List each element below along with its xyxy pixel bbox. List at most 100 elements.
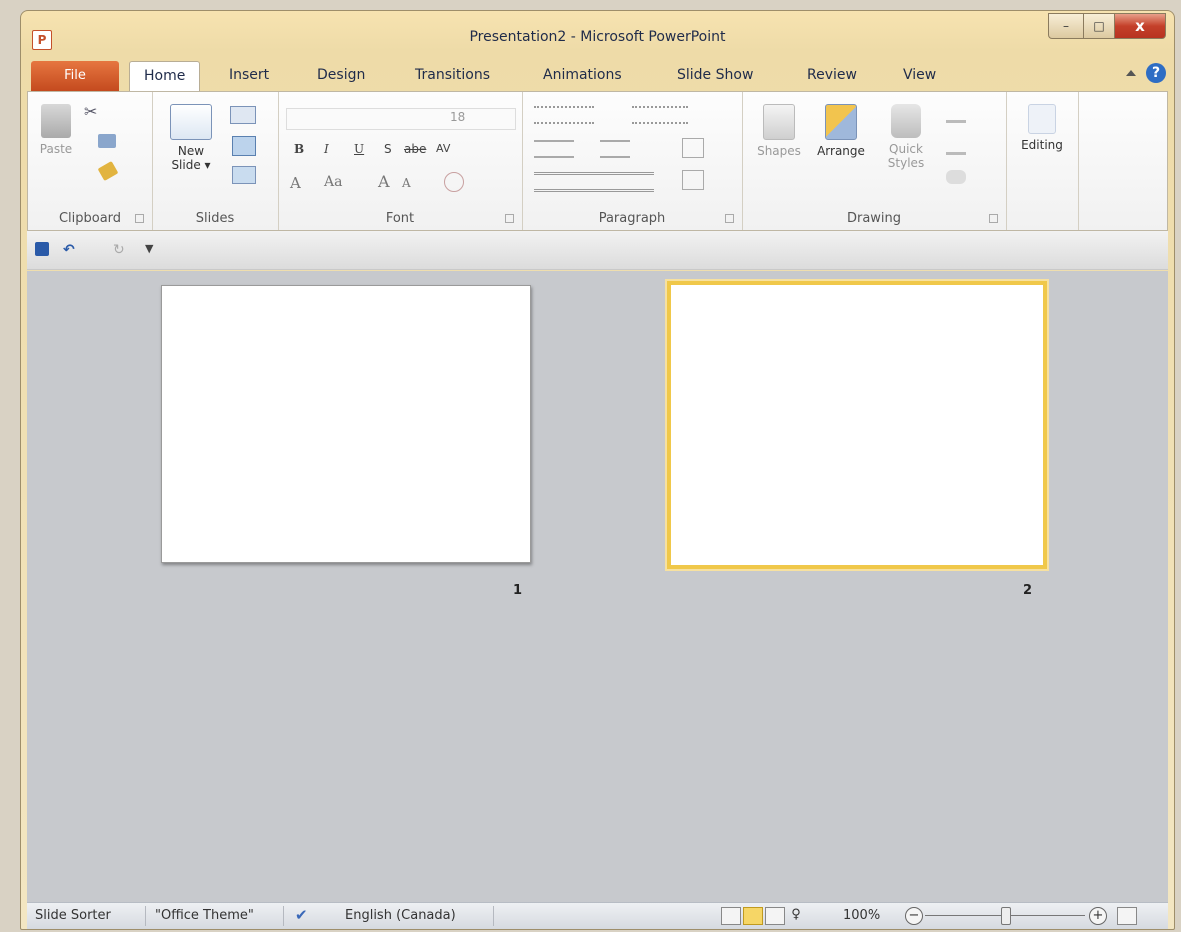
status-separator: [145, 906, 146, 926]
zoom-slider-thumb[interactable]: [1001, 907, 1011, 925]
powerpoint-window: P Presentation2 - Microsoft PowerPoint –…: [20, 10, 1175, 930]
bullets-icon[interactable]: [534, 106, 594, 124]
tab-animations[interactable]: Animations: [543, 67, 622, 83]
shapes-label: Shapes: [757, 144, 801, 158]
columns-icon[interactable]: [600, 140, 630, 158]
minimize-ribbon-icon[interactable]: [1126, 70, 1136, 76]
font-color-button[interactable]: A: [290, 174, 301, 192]
shrink-font-button[interactable]: A: [402, 176, 411, 190]
group-slides: New Slide ▾ Slides: [152, 92, 279, 230]
paste-label: Paste: [39, 142, 73, 156]
redo-icon[interactable]: ↻: [113, 242, 125, 258]
shape-fill-icon[interactable]: [946, 106, 966, 123]
strikethrough-button[interactable]: abe: [404, 142, 426, 156]
group-drawing: Shapes Arrange Quick Styles Drawing: [742, 92, 1007, 230]
quick-styles-button[interactable]: Quick Styles: [878, 104, 934, 170]
quick-styles-icon: [891, 104, 921, 138]
tab-view[interactable]: View: [903, 67, 936, 83]
new-slide-label-line1: New: [177, 144, 205, 158]
language-status[interactable]: English (Canada): [345, 908, 456, 923]
tab-review[interactable]: Review: [807, 67, 857, 83]
close-button[interactable]: x: [1115, 13, 1166, 39]
group-paragraph: Paragraph: [522, 92, 743, 230]
clipboard-group-label: Clipboard: [28, 211, 152, 226]
tab-slide-show[interactable]: Slide Show: [677, 67, 753, 83]
ribbon-home: Paste ✂ Clipboard New Slide ▾ Slides 18 …: [27, 91, 1168, 231]
slides-group-label: Slides: [195, 211, 235, 226]
group-editing: Editing: [1006, 92, 1079, 230]
indent-icon[interactable]: [534, 140, 574, 158]
zoom-level[interactable]: 100%: [843, 908, 880, 923]
underline-button[interactable]: U: [354, 142, 364, 156]
help-icon[interactable]: ?: [1146, 63, 1166, 83]
ribbon-tabs: File Home Insert Design Transitions Anim…: [31, 61, 1174, 92]
title-bar: P Presentation2 - Microsoft PowerPoint –…: [21, 11, 1174, 55]
theme-status[interactable]: "Office Theme": [155, 908, 254, 923]
font-size-value[interactable]: 18: [450, 110, 465, 124]
tab-file[interactable]: File: [31, 61, 119, 91]
slide-thumbnail-2[interactable]: [667, 281, 1047, 569]
reset-icon[interactable]: [232, 136, 256, 156]
copy-icon[interactable]: [98, 134, 116, 148]
group-clipboard: Paste ✂ Clipboard: [28, 92, 153, 230]
editing-label: Editing: [1021, 138, 1063, 152]
slide-sorter-workspace: 1 2: [27, 271, 1168, 903]
slide-number-1: 1: [513, 583, 523, 598]
zoom-out-button[interactable]: −: [905, 907, 923, 925]
customize-qat-icon[interactable]: ▼: [145, 242, 153, 255]
minimize-button[interactable]: –: [1048, 13, 1084, 39]
tab-insert[interactable]: Insert: [229, 67, 269, 83]
shape-effects-icon[interactable]: [946, 170, 966, 184]
smartart-icon[interactable]: [682, 170, 704, 190]
editing-button[interactable]: Editing: [1012, 104, 1072, 152]
paragraph-launcher-icon[interactable]: [725, 214, 734, 223]
tab-transitions[interactable]: Transitions: [415, 67, 490, 83]
italic-button[interactable]: I: [324, 142, 329, 156]
change-case-button[interactable]: Aa: [324, 174, 342, 190]
tab-design[interactable]: Design: [317, 67, 365, 83]
tab-home[interactable]: Home: [129, 61, 201, 92]
clear-formatting-icon[interactable]: [444, 172, 464, 192]
clipboard-launcher-icon[interactable]: [135, 214, 144, 223]
layout-icon[interactable]: [230, 106, 256, 124]
view-name-status: Slide Sorter: [35, 908, 111, 923]
reading-view-icon[interactable]: [765, 907, 785, 925]
paragraph-group-label: Paragraph: [522, 211, 742, 226]
quick-styles-label-line1: Quick: [889, 142, 923, 156]
drawing-launcher-icon[interactable]: [989, 214, 998, 223]
new-slide-label-line2: Slide ▾: [171, 158, 211, 172]
line-spacing-icon[interactable]: [632, 106, 688, 124]
save-icon[interactable]: [35, 242, 49, 256]
normal-view-icon[interactable]: [721, 907, 741, 925]
font-group-label: Font: [278, 211, 522, 226]
shadow-button[interactable]: S: [384, 142, 392, 156]
font-launcher-icon[interactable]: [505, 214, 514, 223]
clipboard-icon: [41, 104, 71, 138]
shape-outline-icon[interactable]: [946, 138, 966, 155]
grow-font-button[interactable]: A: [378, 172, 390, 191]
arrange-button[interactable]: Arrange: [808, 104, 874, 158]
status-bar: Slide Sorter "Office Theme" ✔ English (C…: [27, 902, 1168, 929]
new-slide-button[interactable]: New Slide ▾: [164, 104, 218, 172]
shapes-button[interactable]: Shapes: [750, 104, 808, 158]
slide-sorter-view-icon[interactable]: [743, 907, 763, 925]
undo-icon[interactable]: ↶: [63, 242, 75, 258]
spelling-check-icon[interactable]: ✔: [295, 906, 308, 924]
cut-icon[interactable]: ✂: [84, 102, 97, 121]
quick-access-toolbar: ↶ ↻ ▼: [27, 231, 1168, 270]
font-name-box[interactable]: [286, 108, 516, 130]
section-icon[interactable]: [232, 166, 256, 184]
quick-styles-label-line2: Styles: [887, 156, 925, 170]
slide-show-view-icon[interactable]: ♀: [787, 907, 805, 923]
fit-to-window-icon[interactable]: [1117, 907, 1137, 925]
text-direction-icon[interactable]: [682, 138, 704, 158]
paste-button[interactable]: Paste: [36, 104, 76, 156]
bold-button[interactable]: B: [294, 142, 304, 156]
alignment-icons[interactable]: [534, 172, 654, 192]
slide-thumbnail-1[interactable]: [161, 285, 531, 563]
status-separator: [493, 906, 494, 926]
maximize-button[interactable]: □: [1084, 13, 1115, 39]
zoom-in-button[interactable]: +: [1089, 907, 1107, 925]
character-spacing-button[interactable]: AV: [436, 142, 450, 155]
format-painter-icon[interactable]: [97, 160, 119, 182]
